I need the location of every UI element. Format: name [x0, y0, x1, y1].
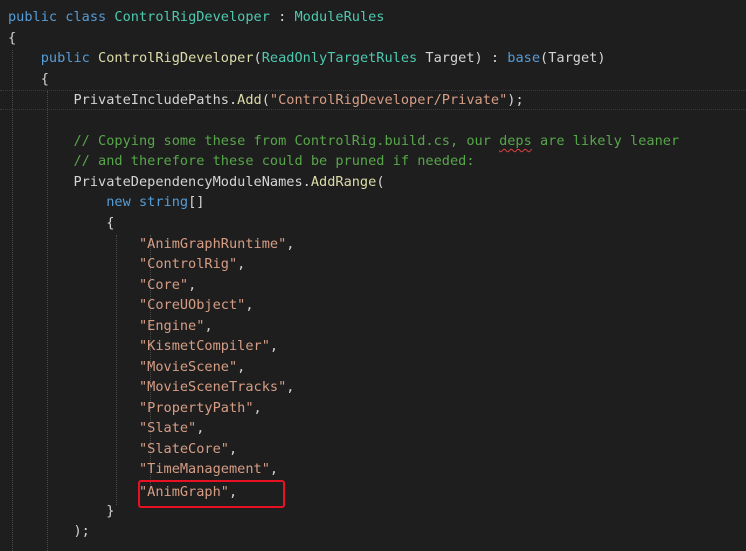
keyword-base: base [507, 50, 541, 66]
open-brace: { [8, 30, 17, 46]
addrange-method: AddRange [310, 174, 377, 190]
array-brackets: [] [188, 194, 205, 210]
spellcheck-squiggle-word[interactable]: deps [499, 133, 532, 149]
code-line-open-brace[interactable]: { [8, 28, 16, 49]
highlight-annotation-box [138, 480, 285, 508]
module-entry[interactable]: "SlateCore", [8, 439, 237, 460]
comment-text: // Copying some these from ControlRig.bu… [73, 133, 500, 149]
module-string: "Slate" [138, 420, 197, 436]
module-string: "CoreUObject" [138, 297, 246, 313]
module-entry[interactable]: "MovieScene", [8, 357, 245, 378]
add-method: Add [237, 92, 262, 108]
comment-text: are likely leaner [531, 133, 680, 149]
code-editor[interactable]: public class ControlRigDeveloper : Modul… [0, 0, 746, 551]
code-line-array-open[interactable]: { [8, 213, 114, 234]
include-path-string: "ControlRigDeveloper/Private" [269, 92, 508, 108]
keyword-public: public [40, 50, 90, 66]
close-brace: } [106, 503, 115, 519]
module-entry[interactable]: "Core", [8, 275, 196, 296]
module-string: "Core" [138, 277, 189, 293]
code-line-comment-2[interactable]: // and therefore these could be pruned i… [8, 151, 475, 172]
code-line-dependency-modules[interactable]: PrivateDependencyModuleNames.AddRange( [8, 172, 384, 193]
code-line-comment-1[interactable]: // Copying some these from ControlRig.bu… [8, 131, 679, 152]
module-entry[interactable]: "MovieSceneTracks", [8, 377, 295, 398]
dependency-target: PrivateDependencyModuleNames [73, 174, 303, 190]
module-string: "TimeManagement" [138, 461, 270, 477]
module-entry[interactable]: "ControlRig", [8, 254, 245, 275]
keyword-string: string [138, 194, 189, 210]
module-string: "KismetCompiler" [138, 338, 270, 354]
module-string: "SlateCore" [138, 441, 229, 457]
module-string: "PropertyPath" [138, 400, 254, 416]
keyword-new: new [106, 194, 131, 210]
close-paren-semicolon: ); [73, 523, 90, 539]
base-class-name: ModuleRules [294, 9, 385, 25]
code-line-constructor[interactable]: public ControlRigDeveloper(ReadOnlyTarge… [8, 48, 606, 69]
constructor-name: ControlRigDeveloper [98, 50, 254, 66]
keyword-public: public [8, 9, 58, 25]
module-entry[interactable]: "CoreUObject", [8, 295, 254, 316]
module-string: "MovieSceneTracks" [138, 379, 287, 395]
module-string: "MovieScene" [138, 359, 238, 375]
code-line-new-string-array[interactable]: new string[] [8, 192, 204, 213]
param-type: ReadOnlyTargetRules [261, 50, 418, 66]
open-brace: { [106, 215, 115, 231]
module-entry[interactable]: "PropertyPath", [8, 398, 262, 419]
module-entry[interactable]: "AnimGraphRuntime", [8, 234, 295, 255]
comment-text: // and therefore these could be pruned i… [73, 153, 475, 169]
module-string: "AnimGraphRuntime" [138, 236, 287, 252]
colon: : [482, 50, 508, 66]
module-string: "Engine" [138, 318, 205, 334]
param-name: Target [425, 50, 475, 66]
code-line-array-close[interactable]: } [8, 501, 114, 522]
module-string: "ControlRig" [138, 256, 238, 272]
code-line-call-close[interactable]: ); [8, 521, 90, 542]
module-entry[interactable]: "Slate", [8, 418, 204, 439]
module-entry[interactable]: "KismetCompiler", [8, 336, 278, 357]
base-arg: Target [548, 50, 598, 66]
colon: : [269, 9, 295, 25]
class-name: ControlRigDeveloper [114, 9, 270, 25]
code-line-include-paths[interactable]: PrivateIncludePaths.Add("ControlRigDevel… [8, 90, 523, 111]
code-line-ctor-open-brace[interactable]: { [8, 69, 49, 90]
include-paths-target: PrivateIncludePaths [73, 92, 229, 108]
code-line-class-declaration[interactable]: public class ControlRigDeveloper : Modul… [8, 7, 385, 28]
module-entry[interactable]: "Engine", [8, 316, 213, 337]
module-entry[interactable]: "TimeManagement", [8, 459, 278, 480]
open-brace: { [40, 71, 49, 87]
keyword-class: class [65, 9, 107, 25]
